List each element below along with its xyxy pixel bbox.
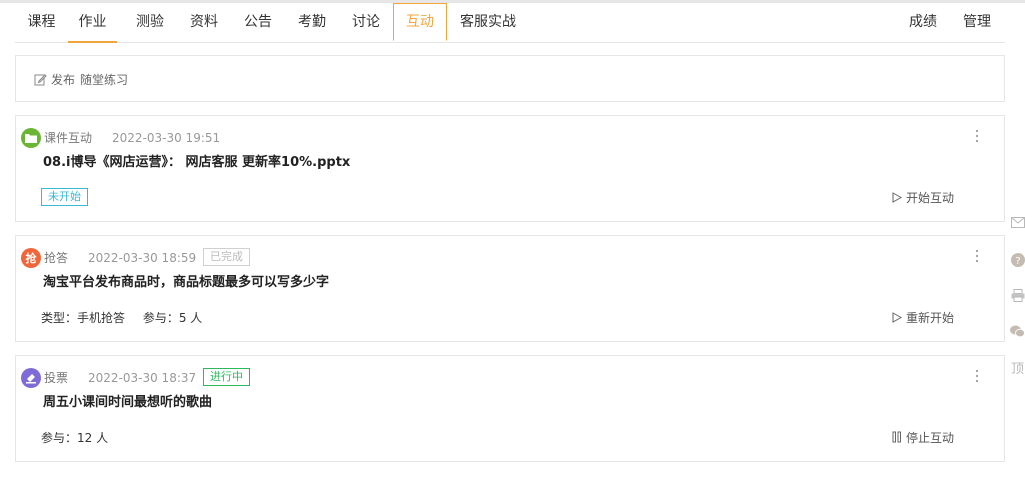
more-options-icon[interactable] (972, 128, 982, 144)
tab-materials[interactable]: 资料 (180, 3, 228, 43)
mail-icon[interactable] (1010, 215, 1025, 230)
interaction-card: 投票 2022-03-30 18:37 进行中 周五小课间时间最想听的歌曲 参与… (15, 355, 1005, 462)
play-icon (892, 311, 902, 323)
quick-answer-icon-glyph: 抢 (25, 252, 37, 265)
restart-button[interactable]: 重新开始 (892, 309, 954, 325)
tab-customer-service-practice[interactable]: 客服实战 (452, 3, 524, 43)
tab-homework[interactable]: 作业 (68, 3, 117, 43)
card-action-label: 开始互动 (906, 190, 955, 205)
card-type-label: 抢答 (44, 251, 69, 265)
tab-course[interactable]: 课程 (15, 3, 68, 43)
meta-participants: 参与：12 人 (41, 431, 109, 445)
print-icon[interactable] (1010, 288, 1025, 303)
card-type-label: 投票 (44, 371, 69, 385)
wechat-icon[interactable] (1010, 324, 1025, 339)
tab-manage[interactable]: 管理 (953, 3, 1001, 43)
folder-icon (21, 128, 41, 148)
card-meta: 参与：12 人 (41, 430, 108, 446)
more-options-icon[interactable] (972, 248, 982, 264)
svg-text:?: ? (1015, 256, 1020, 267)
status-badge-not-started: 未开始 (41, 188, 88, 206)
interaction-card: 课件互动 2022-03-30 19:51 08.i博导《网店运营》： 网店客服… (15, 115, 1005, 222)
status-badge-in-progress: 进行中 (203, 368, 250, 386)
publish-target-label: 随堂练习 (80, 72, 129, 87)
publish-practice-button[interactable]: 发布 随堂练习 (34, 70, 128, 88)
tab-discussion[interactable]: 讨论 (342, 3, 390, 43)
course-nav-bar: 课程 作业 测验 资料 公告 考勤 讨论 互动 客服实战 成绩 管理 (15, 3, 1005, 43)
publish-label: 发布 (51, 72, 76, 87)
card-title[interactable]: 08.i博导《网店运营》： 网店客服 更新率10%.pptx (43, 154, 350, 172)
tab-interaction[interactable]: 互动 (393, 3, 447, 41)
card-title[interactable]: 周五小课间时间最想听的歌曲 (43, 394, 212, 412)
status-badge-completed: 已完成 (203, 248, 250, 266)
more-options-icon[interactable] (972, 368, 982, 384)
interaction-card: 抢 抢答 2022-03-30 18:59 已完成 淘宝平台发布商品时，商品标题… (15, 235, 1005, 342)
card-timestamp: 2022-03-30 18:59 (88, 251, 197, 265)
card-timestamp: 2022-03-30 18:37 (88, 371, 197, 385)
publish-panel: 发布 随堂练习 (15, 55, 1005, 102)
stop-interaction-button[interactable]: 停止互动 (892, 429, 954, 445)
card-action-label: 停止互动 (906, 430, 955, 445)
back-to-top-button[interactable]: 顶 (1010, 360, 1025, 377)
meta-type-value: 手机抢答 (77, 311, 126, 325)
card-title[interactable]: 淘宝平台发布商品时，商品标题最多可以写多少字 (43, 274, 329, 292)
tab-grades[interactable]: 成绩 (899, 3, 947, 43)
edit-icon (34, 73, 47, 85)
meta-participants: 参与：5 人 (142, 311, 203, 325)
vote-icon (21, 368, 41, 388)
card-timestamp: 2022-03-30 19:51 (112, 131, 221, 145)
start-interaction-button[interactable]: 开始互动 (892, 189, 954, 205)
quick-answer-icon: 抢 (21, 248, 41, 268)
card-meta: 类型：手机抢答 参与：5 人 (41, 310, 202, 326)
meta-type-label: 类型： (41, 311, 78, 325)
floating-toolbar: ? 顶 (1007, 205, 1025, 380)
card-type-label: 课件互动 (44, 131, 93, 145)
help-icon[interactable]: ? (1010, 252, 1025, 267)
tab-attendance[interactable]: 考勤 (288, 3, 336, 43)
tab-announcements[interactable]: 公告 (234, 3, 282, 43)
pause-icon (892, 431, 901, 443)
play-icon (892, 191, 902, 203)
card-action-label: 重新开始 (906, 310, 955, 325)
tab-quiz[interactable]: 测验 (126, 3, 174, 43)
